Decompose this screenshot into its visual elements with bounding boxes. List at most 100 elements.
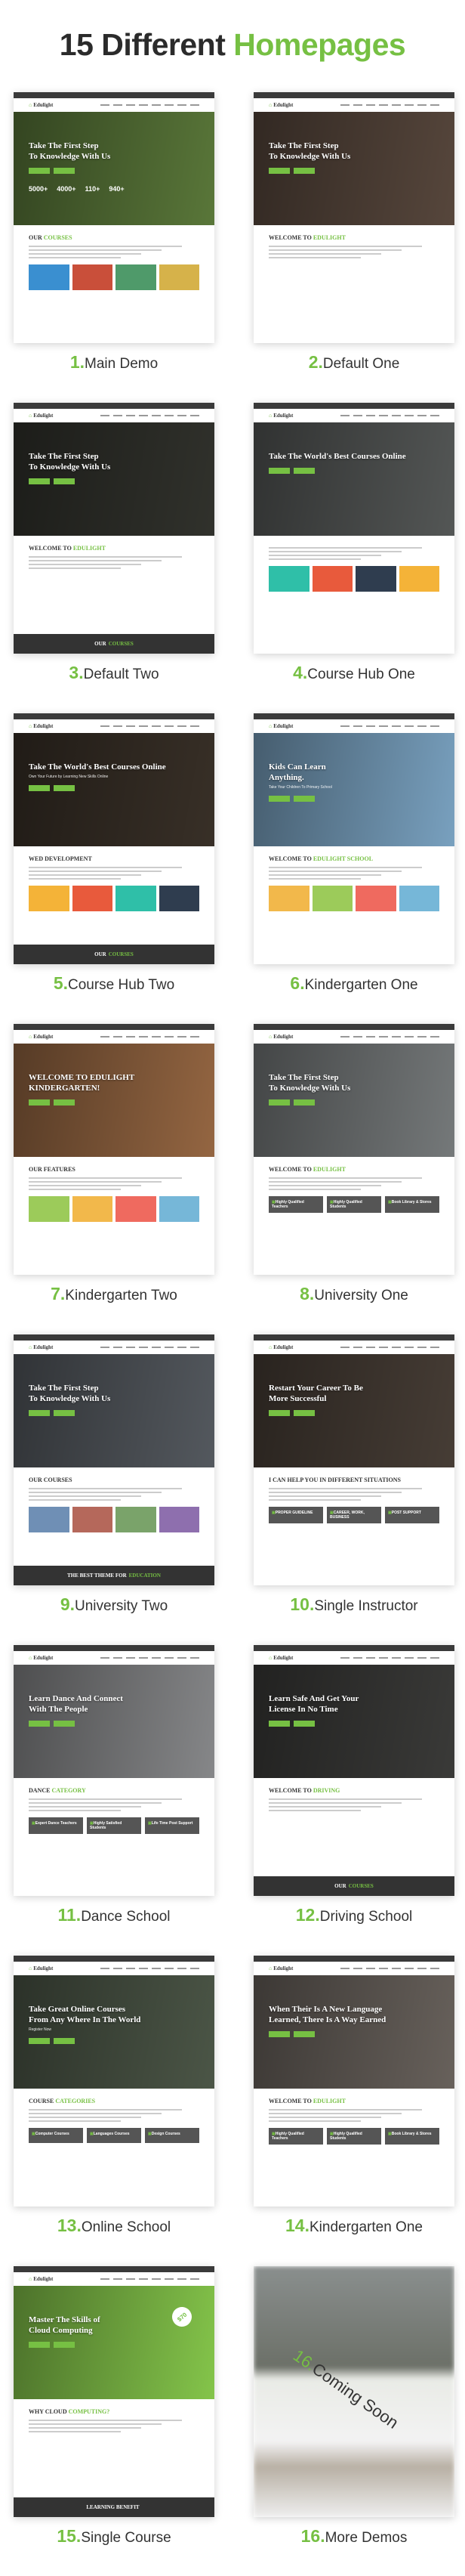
hero-button[interactable] — [54, 2038, 75, 2044]
nav-link — [405, 415, 414, 416]
text-line — [269, 871, 402, 872]
hero-button[interactable] — [294, 1721, 315, 1727]
hero-subtitle: Register Now — [29, 2027, 52, 2032]
text-line — [29, 2431, 122, 2432]
demo-thumbnail[interactable]: Edulight WELCOME TO EDULIGHT KINDERGARTEN!… — [14, 1024, 214, 1275]
demo-caption[interactable]: 1.Main Demo — [1, 352, 227, 373]
text-line — [269, 1488, 423, 1489]
top-bar — [254, 92, 454, 98]
hero-button[interactable] — [54, 785, 75, 791]
demo-label: Kindergarten One — [304, 977, 418, 993]
demo-thumbnail[interactable]: EdulightTake The First StepTo Knowledge … — [254, 1024, 454, 1275]
nav-link — [165, 1036, 174, 1038]
demo-thumbnail[interactable]: Edulight Kids Can LearnAnything. Take Your… — [254, 713, 454, 964]
hero-button[interactable] — [54, 478, 75, 484]
demo-thumbnail[interactable]: 16.Coming Soon — [254, 2266, 454, 2517]
hero-button[interactable] — [269, 1721, 290, 1727]
text-line — [269, 257, 362, 258]
demo-caption[interactable]: 7.Kindergarten Two — [1, 1284, 227, 1304]
section-title-main: WELCOME TO — [29, 545, 73, 552]
section-title-accent: COURSES — [43, 234, 72, 241]
hero-button[interactable] — [54, 1721, 75, 1727]
nav-link — [353, 725, 362, 727]
demo-caption[interactable]: 13.Online School — [1, 2216, 227, 2236]
hero-button[interactable] — [294, 168, 315, 174]
nav-link — [366, 415, 375, 416]
demo-caption[interactable]: 4.Course Hub One — [241, 663, 465, 683]
hero-button[interactable] — [54, 1410, 75, 1416]
demo-caption[interactable]: 10.Single Instructor — [241, 1594, 465, 1615]
demo-thumbnail[interactable]: EdulightTake The First StepTo Knowledge … — [14, 92, 214, 343]
hero-button[interactable] — [269, 168, 290, 174]
hero-button[interactable] — [29, 1410, 50, 1416]
demo-thumbnail[interactable]: Edulight Master The Skills ofCloud Comput… — [14, 2266, 214, 2517]
demo-thumbnail[interactable]: EdulightTake The First StepTo Knowledge … — [254, 92, 454, 343]
demo-caption[interactable]: 12.Driving School — [241, 1905, 465, 1925]
demo-thumbnail[interactable]: EdulightTake The First StepTo Knowledge … — [14, 403, 214, 654]
section-title-main: WELCOME TO — [269, 2098, 313, 2104]
demo-thumbnail[interactable]: Edulight Learn Dance And Connect With The … — [14, 1645, 214, 1896]
demo-thumbnail[interactable]: EdulightTake The First StepTo Knowledge … — [14, 1334, 214, 1585]
demo-thumbnail[interactable]: Edulight Take The World's Best Courses On… — [14, 713, 214, 964]
demo-caption[interactable]: 6.Kindergarten One — [241, 973, 465, 994]
hero-button[interactable] — [29, 478, 50, 484]
hero-button[interactable] — [294, 1410, 315, 1416]
text-line — [29, 1181, 162, 1183]
demo-caption[interactable]: 8.University One — [241, 1284, 465, 1304]
hero-button[interactable] — [269, 1410, 290, 1416]
demo-caption[interactable]: 2.Default One — [241, 352, 465, 373]
hero-button[interactable] — [294, 1099, 315, 1106]
content-section: WED DEVELOPMENT — [14, 846, 214, 920]
hero-button[interactable] — [29, 168, 50, 174]
hero-button[interactable] — [269, 2031, 290, 2037]
hero-button[interactable] — [54, 2342, 75, 2348]
text-line — [269, 874, 382, 876]
section-title: DANCE CATEGORY — [29, 1787, 199, 1794]
hero-button[interactable] — [294, 468, 315, 474]
hero-button[interactable] — [269, 1099, 290, 1106]
hero-content: Take The First Step To Knowledge With Us — [269, 141, 439, 174]
footer-band: OUR COURSES — [14, 634, 214, 654]
hero-button[interactable] — [294, 2031, 315, 2037]
text-line — [269, 246, 423, 247]
demo-caption[interactable]: 16.More Demos — [241, 2526, 465, 2547]
text-line — [29, 2109, 183, 2111]
text-line — [29, 1495, 142, 1497]
hero-button[interactable] — [29, 1721, 50, 1727]
demo-number: 5. — [53, 973, 68, 993]
text-line — [29, 1185, 142, 1186]
demo-caption[interactable]: 9.University Two — [1, 1594, 227, 1615]
demo-thumbnail[interactable]: Edulight When Their Is A New LanguageLear… — [254, 1956, 454, 2206]
demo-thumbnail[interactable]: Edulight Learn Safe And Get Your License I… — [254, 1645, 454, 1896]
demo-thumbnail[interactable]: Edulight Restart Your Career To BeMore Su… — [254, 1334, 454, 1585]
demo-caption[interactable]: 11.Dance School — [1, 1905, 227, 1925]
demo-thumbnail[interactable]: Edulight Take Great Online CoursesFrom An… — [14, 1956, 214, 2206]
demo-thumbnail[interactable]: Edulight Take The World's Best Courses On… — [254, 403, 454, 654]
hero-button[interactable] — [29, 2038, 50, 2044]
demo-caption[interactable]: 5.Course Hub Two — [1, 973, 227, 994]
nav-link — [392, 725, 401, 727]
demo-caption[interactable]: 3.Default Two — [1, 663, 227, 683]
hero-button[interactable] — [29, 2342, 50, 2348]
hero-button[interactable] — [294, 796, 315, 802]
footer-text: THE BEST THEME FOR — [67, 1573, 127, 1579]
demo-caption[interactable]: 14.Kindergarten One — [241, 2216, 465, 2236]
hero-button[interactable] — [54, 1099, 75, 1106]
nav-link — [152, 1657, 161, 1659]
nav-link — [100, 2278, 109, 2280]
hero-button[interactable] — [29, 785, 50, 791]
hero-button[interactable] — [54, 168, 75, 174]
section-title-accent: EDULIGHT — [313, 234, 346, 241]
nav-bar: Edulight — [14, 409, 214, 422]
demo-caption[interactable]: 15.Single Course — [1, 2526, 227, 2547]
hero-button[interactable] — [269, 796, 290, 802]
hero-button[interactable] — [269, 468, 290, 474]
demo-number: 6. — [290, 973, 305, 993]
feature-box: Life Time Post Support — [145, 1817, 199, 1834]
nav-link — [340, 1657, 350, 1659]
demo-label: Single Instructor — [314, 1598, 418, 1614]
title-accent: Homepages — [233, 27, 406, 62]
hero-section: Take The First Step To Knowledge With Us — [14, 1354, 214, 1467]
hero-button[interactable] — [29, 1099, 50, 1106]
nav-links — [100, 1968, 199, 1969]
